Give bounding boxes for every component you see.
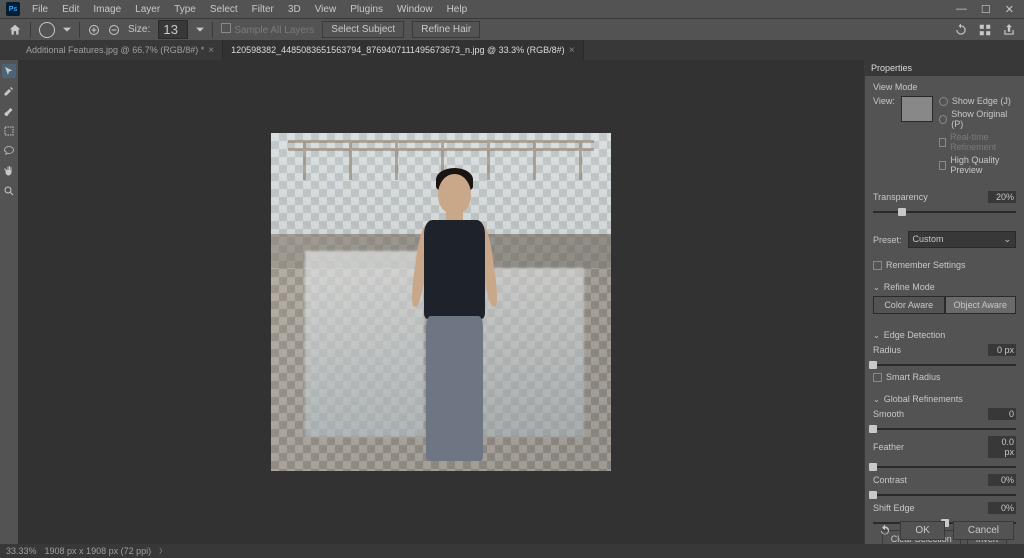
shift-edge-label: Shift Edge xyxy=(873,503,982,513)
show-original-option[interactable]: Show Original (P) xyxy=(939,109,1016,129)
contrast-slider[interactable] xyxy=(873,494,1016,496)
minimize-icon[interactable]: — xyxy=(956,3,967,16)
refine-hair-button[interactable]: Refine Hair xyxy=(412,21,480,38)
menu-layer[interactable]: Layer xyxy=(129,2,166,17)
object-aware-button[interactable]: Object Aware xyxy=(945,296,1017,314)
select-subject-button[interactable]: Select Subject xyxy=(322,21,404,38)
reset-icon[interactable] xyxy=(878,524,892,538)
quick-selection-tool[interactable] xyxy=(2,64,16,78)
menu-view[interactable]: View xyxy=(309,2,343,17)
brush-preview-icon[interactable] xyxy=(39,22,55,38)
edge-detection-section[interactable]: ⌄Edge Detection xyxy=(873,330,1016,340)
global-refinements-section[interactable]: ⌄Global Refinements xyxy=(873,394,1016,404)
lasso-tool[interactable] xyxy=(2,144,16,158)
document-tab-2-label: 120598382_4485083651563794_8769407111495… xyxy=(231,45,565,55)
hand-tool[interactable] xyxy=(2,164,16,178)
preset-select[interactable]: Custom ⌄ xyxy=(908,231,1016,248)
toolbox xyxy=(0,60,18,544)
size-input[interactable] xyxy=(158,20,188,39)
realtime-refinement-option: Real-time Refinement xyxy=(939,132,1016,152)
menu-3d[interactable]: 3D xyxy=(282,2,307,17)
menu-window[interactable]: Window xyxy=(391,2,439,17)
transparency-value[interactable]: 20% xyxy=(988,191,1016,203)
properties-panel: Properties View Mode View: Show Edge (J)… xyxy=(864,60,1024,544)
view-mode-thumbnail[interactable] xyxy=(901,96,933,122)
chevron-down-icon: ⌄ xyxy=(1003,234,1011,245)
size-label: Size: xyxy=(128,24,150,35)
view-mode-label: View Mode xyxy=(873,82,1016,92)
menu-file[interactable]: File xyxy=(26,2,54,17)
feather-slider[interactable] xyxy=(873,466,1016,468)
smart-radius-checkbox[interactable]: Smart Radius xyxy=(873,372,1016,382)
zoom-tool[interactable] xyxy=(2,184,16,198)
document-canvas[interactable] xyxy=(271,133,611,471)
menu-help[interactable]: Help xyxy=(441,2,474,17)
document-tab-1-label: Additional Features.jpg @ 66.7% (RGB/8#)… xyxy=(26,45,204,55)
selected-subject xyxy=(400,174,509,465)
menu-type[interactable]: Type xyxy=(168,2,202,17)
feather-value[interactable]: 0.0 px xyxy=(988,436,1016,458)
app-logo: Ps xyxy=(6,2,20,16)
shift-edge-value[interactable]: 0% xyxy=(988,502,1016,514)
close-icon[interactable]: ✕ xyxy=(1005,3,1014,16)
dialog-footer: OK Cancel xyxy=(878,521,1014,540)
refine-mode-section[interactable]: ⌄Refine Mode xyxy=(873,282,1016,292)
contrast-label: Contrast xyxy=(873,475,982,485)
canvas-area[interactable] xyxy=(18,60,864,544)
maximize-icon[interactable]: ☐ xyxy=(981,3,991,16)
transparency-label: Transparency xyxy=(873,192,982,202)
close-tab-icon[interactable]: × xyxy=(208,45,214,56)
properties-title: Properties xyxy=(865,60,1024,76)
document-tab-bar: Additional Features.jpg @ 66.7% (RGB/8#)… xyxy=(0,40,1024,60)
radius-slider[interactable] xyxy=(873,364,1016,366)
feather-label: Feather xyxy=(873,442,982,452)
menu-edit[interactable]: Edit xyxy=(56,2,85,17)
radius-label: Radius xyxy=(873,345,982,355)
document-dimensions: 1908 px x 1908 px (72 ppi) xyxy=(45,546,152,556)
smooth-label: Smooth xyxy=(873,409,982,419)
home-icon[interactable] xyxy=(8,23,22,37)
status-bar: 33.33% 1908 px x 1908 px (72 ppi) 〉 xyxy=(0,544,1024,558)
cancel-button[interactable]: Cancel xyxy=(953,521,1014,540)
refine-edge-brush-tool[interactable] xyxy=(2,84,16,98)
subtract-mode-icon[interactable] xyxy=(108,24,120,36)
options-bar: Size: Sample All Layers Select Subject R… xyxy=(0,18,1024,40)
rotate-view-icon[interactable] xyxy=(954,23,968,37)
zoom-level[interactable]: 33.33% xyxy=(6,546,37,556)
share-icon[interactable] xyxy=(1002,23,1016,37)
show-edge-option[interactable]: Show Edge (J) xyxy=(939,96,1016,106)
smooth-value[interactable]: 0 xyxy=(988,408,1016,420)
status-chevron-icon[interactable]: 〉 xyxy=(159,546,166,556)
grid-view-icon[interactable] xyxy=(978,23,992,37)
menu-bar: Ps File Edit Image Layer Type Select Fil… xyxy=(0,0,1024,18)
high-quality-preview-option[interactable]: High Quality Preview xyxy=(939,155,1016,175)
smooth-slider[interactable] xyxy=(873,428,1016,430)
close-tab-icon[interactable]: × xyxy=(569,45,575,56)
document-tab-1[interactable]: Additional Features.jpg @ 66.7% (RGB/8#)… xyxy=(18,40,223,60)
menu-image[interactable]: Image xyxy=(87,2,127,17)
remember-settings-checkbox[interactable]: Remember Settings xyxy=(873,260,1016,270)
add-mode-icon[interactable] xyxy=(88,24,100,36)
main-area: Properties View Mode View: Show Edge (J)… xyxy=(0,60,1024,544)
document-tab-2[interactable]: 120598382_4485083651563794_8769407111495… xyxy=(223,40,583,60)
transparency-slider[interactable] xyxy=(873,211,1016,213)
sample-all-layers-option: Sample All Layers xyxy=(221,23,314,36)
contrast-value[interactable]: 0% xyxy=(988,474,1016,486)
brush-tool[interactable] xyxy=(2,104,16,118)
object-selection-tool[interactable] xyxy=(2,124,16,138)
radius-value[interactable]: 0 px xyxy=(988,344,1016,356)
menu-filter[interactable]: Filter xyxy=(246,2,280,17)
ok-button[interactable]: OK xyxy=(900,521,944,540)
menu-plugins[interactable]: Plugins xyxy=(344,2,389,17)
color-aware-button[interactable]: Color Aware xyxy=(873,296,945,314)
size-dropdown-icon[interactable] xyxy=(196,26,204,34)
view-label: View: xyxy=(873,96,895,106)
brush-dropdown-icon[interactable] xyxy=(63,26,71,34)
preset-label: Preset: xyxy=(873,235,902,245)
menu-select[interactable]: Select xyxy=(204,2,244,17)
